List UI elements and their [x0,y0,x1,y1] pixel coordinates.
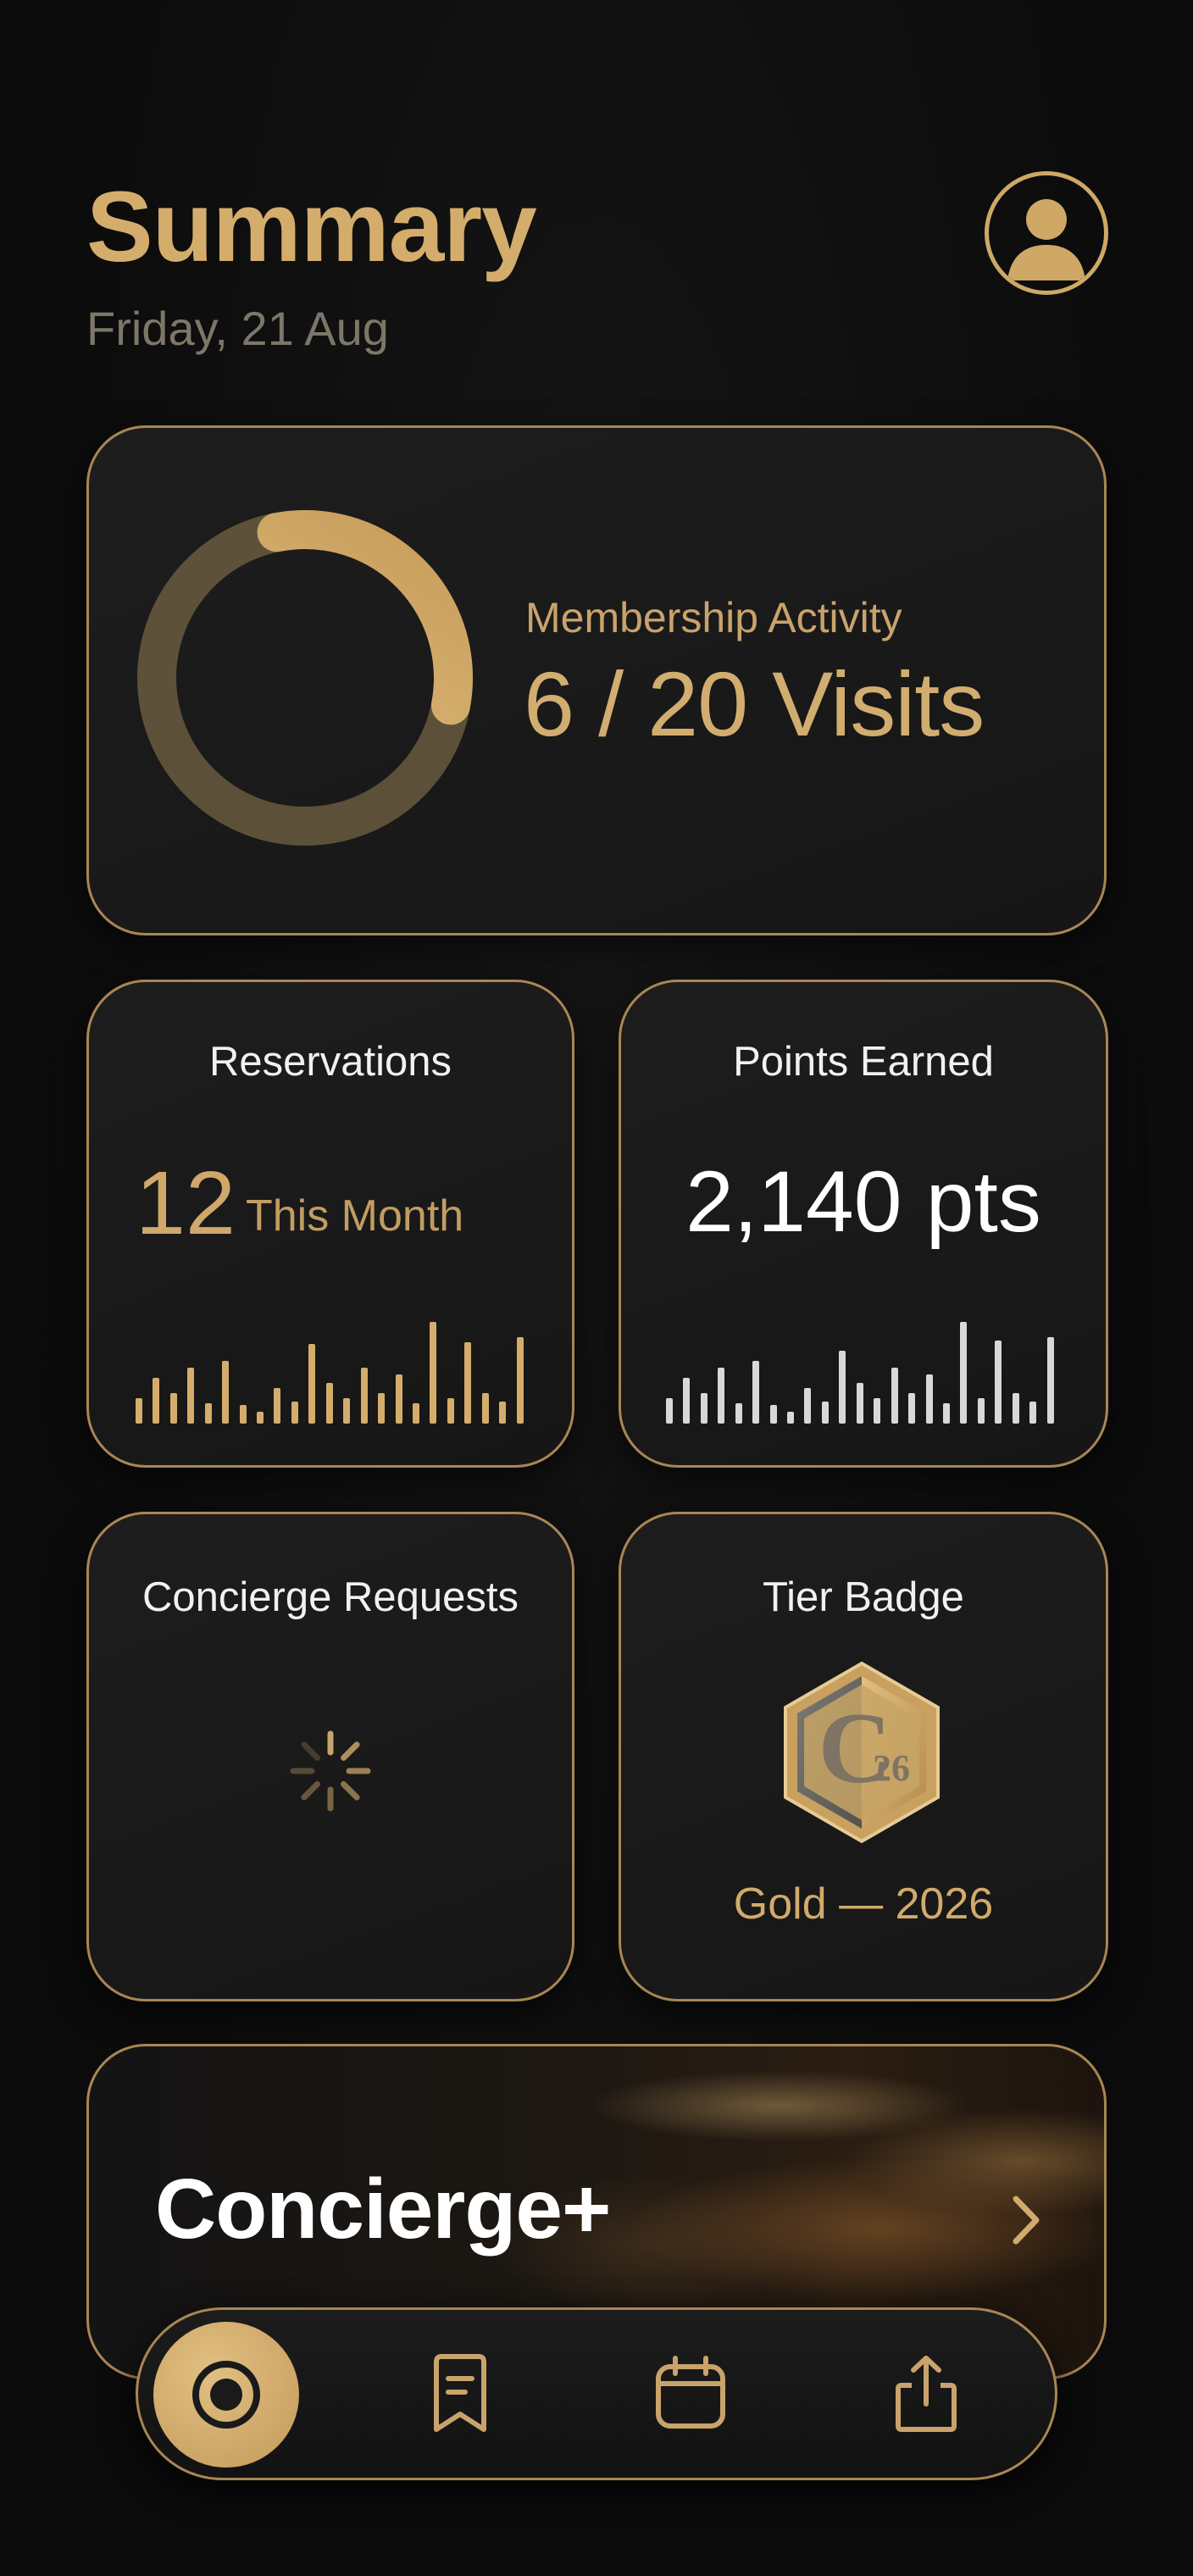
loading-spinner-icon [290,1730,371,1812]
sparkline-bar [960,1322,967,1424]
sparkline-bar [822,1402,829,1424]
sparkline-bar [447,1398,454,1424]
badge-year: 26 [873,1747,910,1789]
reservations-label: Reservations [209,1039,452,1085]
person-icon [1007,199,1085,280]
sparkline-bar [718,1368,724,1424]
sparkline-bar [683,1378,690,1424]
sparkline-bar [857,1383,863,1424]
tier-badge-label: Tier Badge [763,1574,964,1620]
sparkline-bar [891,1368,898,1424]
sparkline-bar [413,1403,419,1424]
sparkline-bar [995,1341,1002,1424]
sparkline-bar [378,1393,385,1424]
tab-share[interactable] [858,2310,994,2478]
membership-visits-value: 6 / 20 Visits [524,652,985,755]
concierge-requests-label: Concierge Requests [142,1574,519,1620]
sparkline-bar [482,1393,489,1424]
sparkline-bar [274,1388,280,1424]
sparkline-bar [396,1374,402,1424]
reservations-count: 12 [136,1153,236,1253]
sparkline-bar [839,1351,846,1424]
sparkline-bar [804,1388,811,1424]
sparkline-bar [257,1412,264,1424]
membership-label: Membership Activity [525,594,902,641]
chevron-right-icon [1013,2196,1040,2245]
reservations-sparkline [136,1322,534,1424]
sparkline-bar [926,1374,933,1424]
sparkline-bar [361,1368,368,1424]
sparkline-bar [170,1393,177,1424]
profile-avatar-button[interactable] [985,171,1108,295]
concierge-plus-title: Concierge+ [155,2162,611,2257]
sparkline-bar [136,1398,142,1424]
sparkline-bar [517,1337,524,1424]
tier-value: Gold — 2026 [733,1879,994,1929]
summary-screen: Summary Friday, 21 Aug Membership Activi… [0,0,1193,2576]
record-icon [192,2361,260,2429]
points-value: 2,140 pts [685,1153,1041,1250]
calendar-icon [656,2356,725,2429]
sparkline-bar [326,1383,333,1424]
gold-tier-badge-icon: C 26 [784,1661,940,1844]
sparkline-bar [978,1398,985,1424]
sparkline-bar [222,1361,229,1424]
sparkline-bar [770,1405,777,1424]
sparkline-bar [701,1393,707,1424]
sparkline-bar [1029,1402,1036,1424]
points-sparkline [666,1322,1064,1424]
sparkline-bar [666,1398,673,1424]
sparkline-bar [874,1398,880,1424]
sparkline-bar [735,1403,742,1424]
tab-calendar[interactable] [623,2310,758,2478]
sparkline-bar [908,1393,915,1424]
bottom-tab-bar [136,2307,1057,2480]
sparkline-bar [1047,1337,1054,1424]
sparkline-bar [153,1378,159,1424]
sparkline-bar [943,1403,950,1424]
page-title: Summary [86,171,537,283]
sparkline-bar [787,1412,794,1424]
sparkline-bar [343,1398,350,1424]
points-label: Points Earned [733,1039,994,1085]
tab-summary[interactable] [153,2322,299,2468]
sparkline-bar [752,1361,759,1424]
page-date: Friday, 21 Aug [86,302,389,355]
sparkline-bar [464,1342,471,1424]
sparkline-bar [1013,1393,1019,1424]
share-icon [896,2356,957,2432]
sparkline-bar [291,1402,298,1424]
sparkline-bar [430,1322,436,1424]
sparkline-bar [205,1403,212,1424]
bookmark-note-icon [434,2354,486,2432]
reservations-unit: This Month [246,1191,464,1241]
sparkline-bar [187,1368,194,1424]
sparkline-bar [499,1402,506,1424]
tab-bookmarks[interactable] [392,2310,528,2478]
sparkline-bar [240,1405,247,1424]
sparkline-bar [308,1344,315,1424]
membership-progress-ring [137,510,473,847]
